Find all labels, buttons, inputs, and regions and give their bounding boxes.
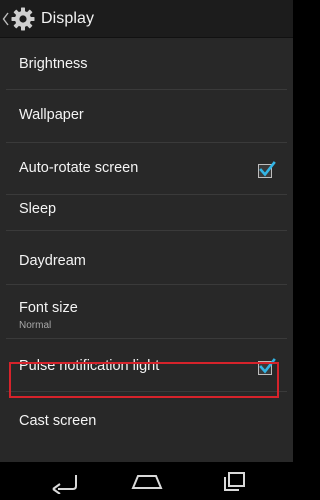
setting-label: Font size — [19, 300, 78, 316]
recents-icon[interactable] — [220, 468, 248, 494]
checkmark-icon — [259, 358, 276, 374]
setting-pulse-notification-light[interactable]: Pulse notification light — [6, 339, 287, 392]
home-icon[interactable] — [130, 468, 164, 494]
setting-label: Auto-rotate screen — [19, 160, 139, 176]
setting-label: Daydream — [19, 253, 86, 269]
setting-cast-screen[interactable]: Cast screen — [6, 392, 287, 452]
auto-rotate-checkbox[interactable] — [258, 161, 276, 178]
setting-label: Pulse notification light — [19, 358, 160, 374]
page-title: Display — [41, 9, 95, 27]
setting-sleep[interactable]: Sleep — [6, 195, 287, 231]
checkmark-icon — [259, 161, 276, 177]
setting-wallpaper[interactable]: Wallpaper — [6, 90, 287, 143]
setting-label: Sleep — [19, 201, 57, 217]
chevron-left-icon — [2, 12, 9, 25]
setting-daydream[interactable]: Daydream — [6, 231, 287, 285]
setting-summary: Normal — [19, 320, 52, 331]
setting-label: Wallpaper — [19, 107, 84, 123]
up-button[interactable] — [0, 0, 42, 37]
settings-screen: Display Brightness Wallpaper Auto-rotate… — [0, 0, 293, 500]
back-icon[interactable] — [50, 468, 82, 494]
setting-font-size[interactable]: Font size Normal — [6, 285, 287, 339]
setting-brightness[interactable]: Brightness — [6, 38, 287, 90]
navigation-bar — [0, 462, 293, 500]
gear-icon — [11, 7, 35, 30]
setting-auto-rotate-screen[interactable]: Auto-rotate screen — [6, 143, 287, 195]
action-bar: Display — [0, 0, 293, 38]
setting-label: Cast screen — [19, 413, 97, 429]
setting-label: Brightness — [19, 56, 88, 72]
pulse-notification-checkbox[interactable] — [258, 358, 276, 375]
settings-list: Brightness Wallpaper Auto-rotate screen … — [0, 38, 293, 452]
